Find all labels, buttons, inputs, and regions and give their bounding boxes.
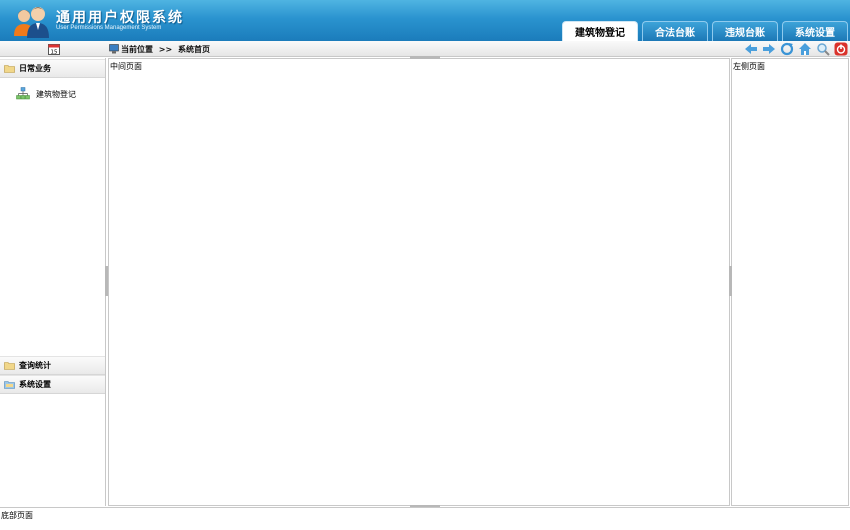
forward-icon[interactable] — [762, 42, 776, 56]
monitor-icon — [109, 44, 119, 54]
footer: 底部页面 — [0, 507, 850, 530]
right-pane: 左侧页面 — [731, 58, 849, 506]
tab-legal-ledger[interactable]: 合法台账 — [642, 21, 708, 41]
tab-system-settings[interactable]: 系统设置 — [782, 21, 848, 41]
breadcrumb-current[interactable]: 系统首页 — [178, 45, 210, 54]
toolbar-icons — [744, 42, 848, 56]
calendar-day: 15 — [51, 50, 58, 56]
power-icon[interactable] — [834, 42, 848, 56]
tab-building-registration[interactable]: 建筑物登记 — [562, 21, 638, 41]
back-icon[interactable] — [744, 42, 758, 56]
center-pane: 中间页面 — [108, 58, 730, 506]
sidebar-section-query-statistics[interactable]: 查询统计 — [0, 356, 105, 375]
refresh-icon[interactable] — [780, 42, 794, 56]
top-splitter-handle[interactable] — [410, 56, 440, 59]
toolbar: 15 当前位置 >> 系统首页 — [0, 41, 850, 57]
breadcrumb-separator: >> — [158, 45, 173, 54]
sidebar-section-system-settings[interactable]: 系统设置 — [0, 375, 105, 394]
settings-folder-icon — [4, 381, 15, 389]
tab-violation-ledger[interactable]: 违规台账 — [712, 21, 778, 41]
main-tabs: 建筑物登记 合法台账 违规台账 系统设置 — [562, 21, 848, 41]
sidebar-section-label: 系统设置 — [19, 380, 51, 389]
sidebar-section-label: 查询统计 — [19, 361, 51, 370]
breadcrumb-label: 当前位置 — [121, 45, 153, 54]
sidebar-section-label: 日常业务 — [19, 64, 51, 73]
folder-icon — [4, 65, 15, 73]
calendar-icon[interactable]: 15 — [48, 43, 60, 55]
app-header: 通用用户权限系统 User Permissions Management Sys… — [0, 0, 850, 41]
breadcrumb: 当前位置 >> 系统首页 — [121, 44, 210, 55]
sidebar-item-building-registration[interactable]: 建筑物登记 — [16, 87, 76, 101]
sidebar-section-daily-business[interactable]: 日常业务 — [0, 59, 105, 78]
search-icon[interactable] — [816, 42, 830, 56]
org-chart-icon — [16, 87, 30, 100]
center-pane-label: 中间页面 — [110, 62, 142, 71]
app-title: 通用用户权限系统 — [56, 10, 184, 26]
right-pane-label: 左侧页面 — [733, 62, 765, 71]
right-splitter-handle[interactable] — [729, 266, 732, 296]
home-icon[interactable] — [798, 42, 812, 56]
sidebar-item-label: 建筑物登记 — [36, 89, 76, 99]
folder-icon — [4, 362, 15, 370]
left-splitter-handle[interactable] — [105, 266, 108, 296]
footer-label: 底部页面 — [1, 511, 33, 520]
sidebar: 日常业务 建筑物登记 查询统计 系统设置 — [0, 58, 106, 506]
app-subtitle: User Permissions Management System — [56, 25, 162, 31]
users-logo-icon — [14, 7, 49, 38]
